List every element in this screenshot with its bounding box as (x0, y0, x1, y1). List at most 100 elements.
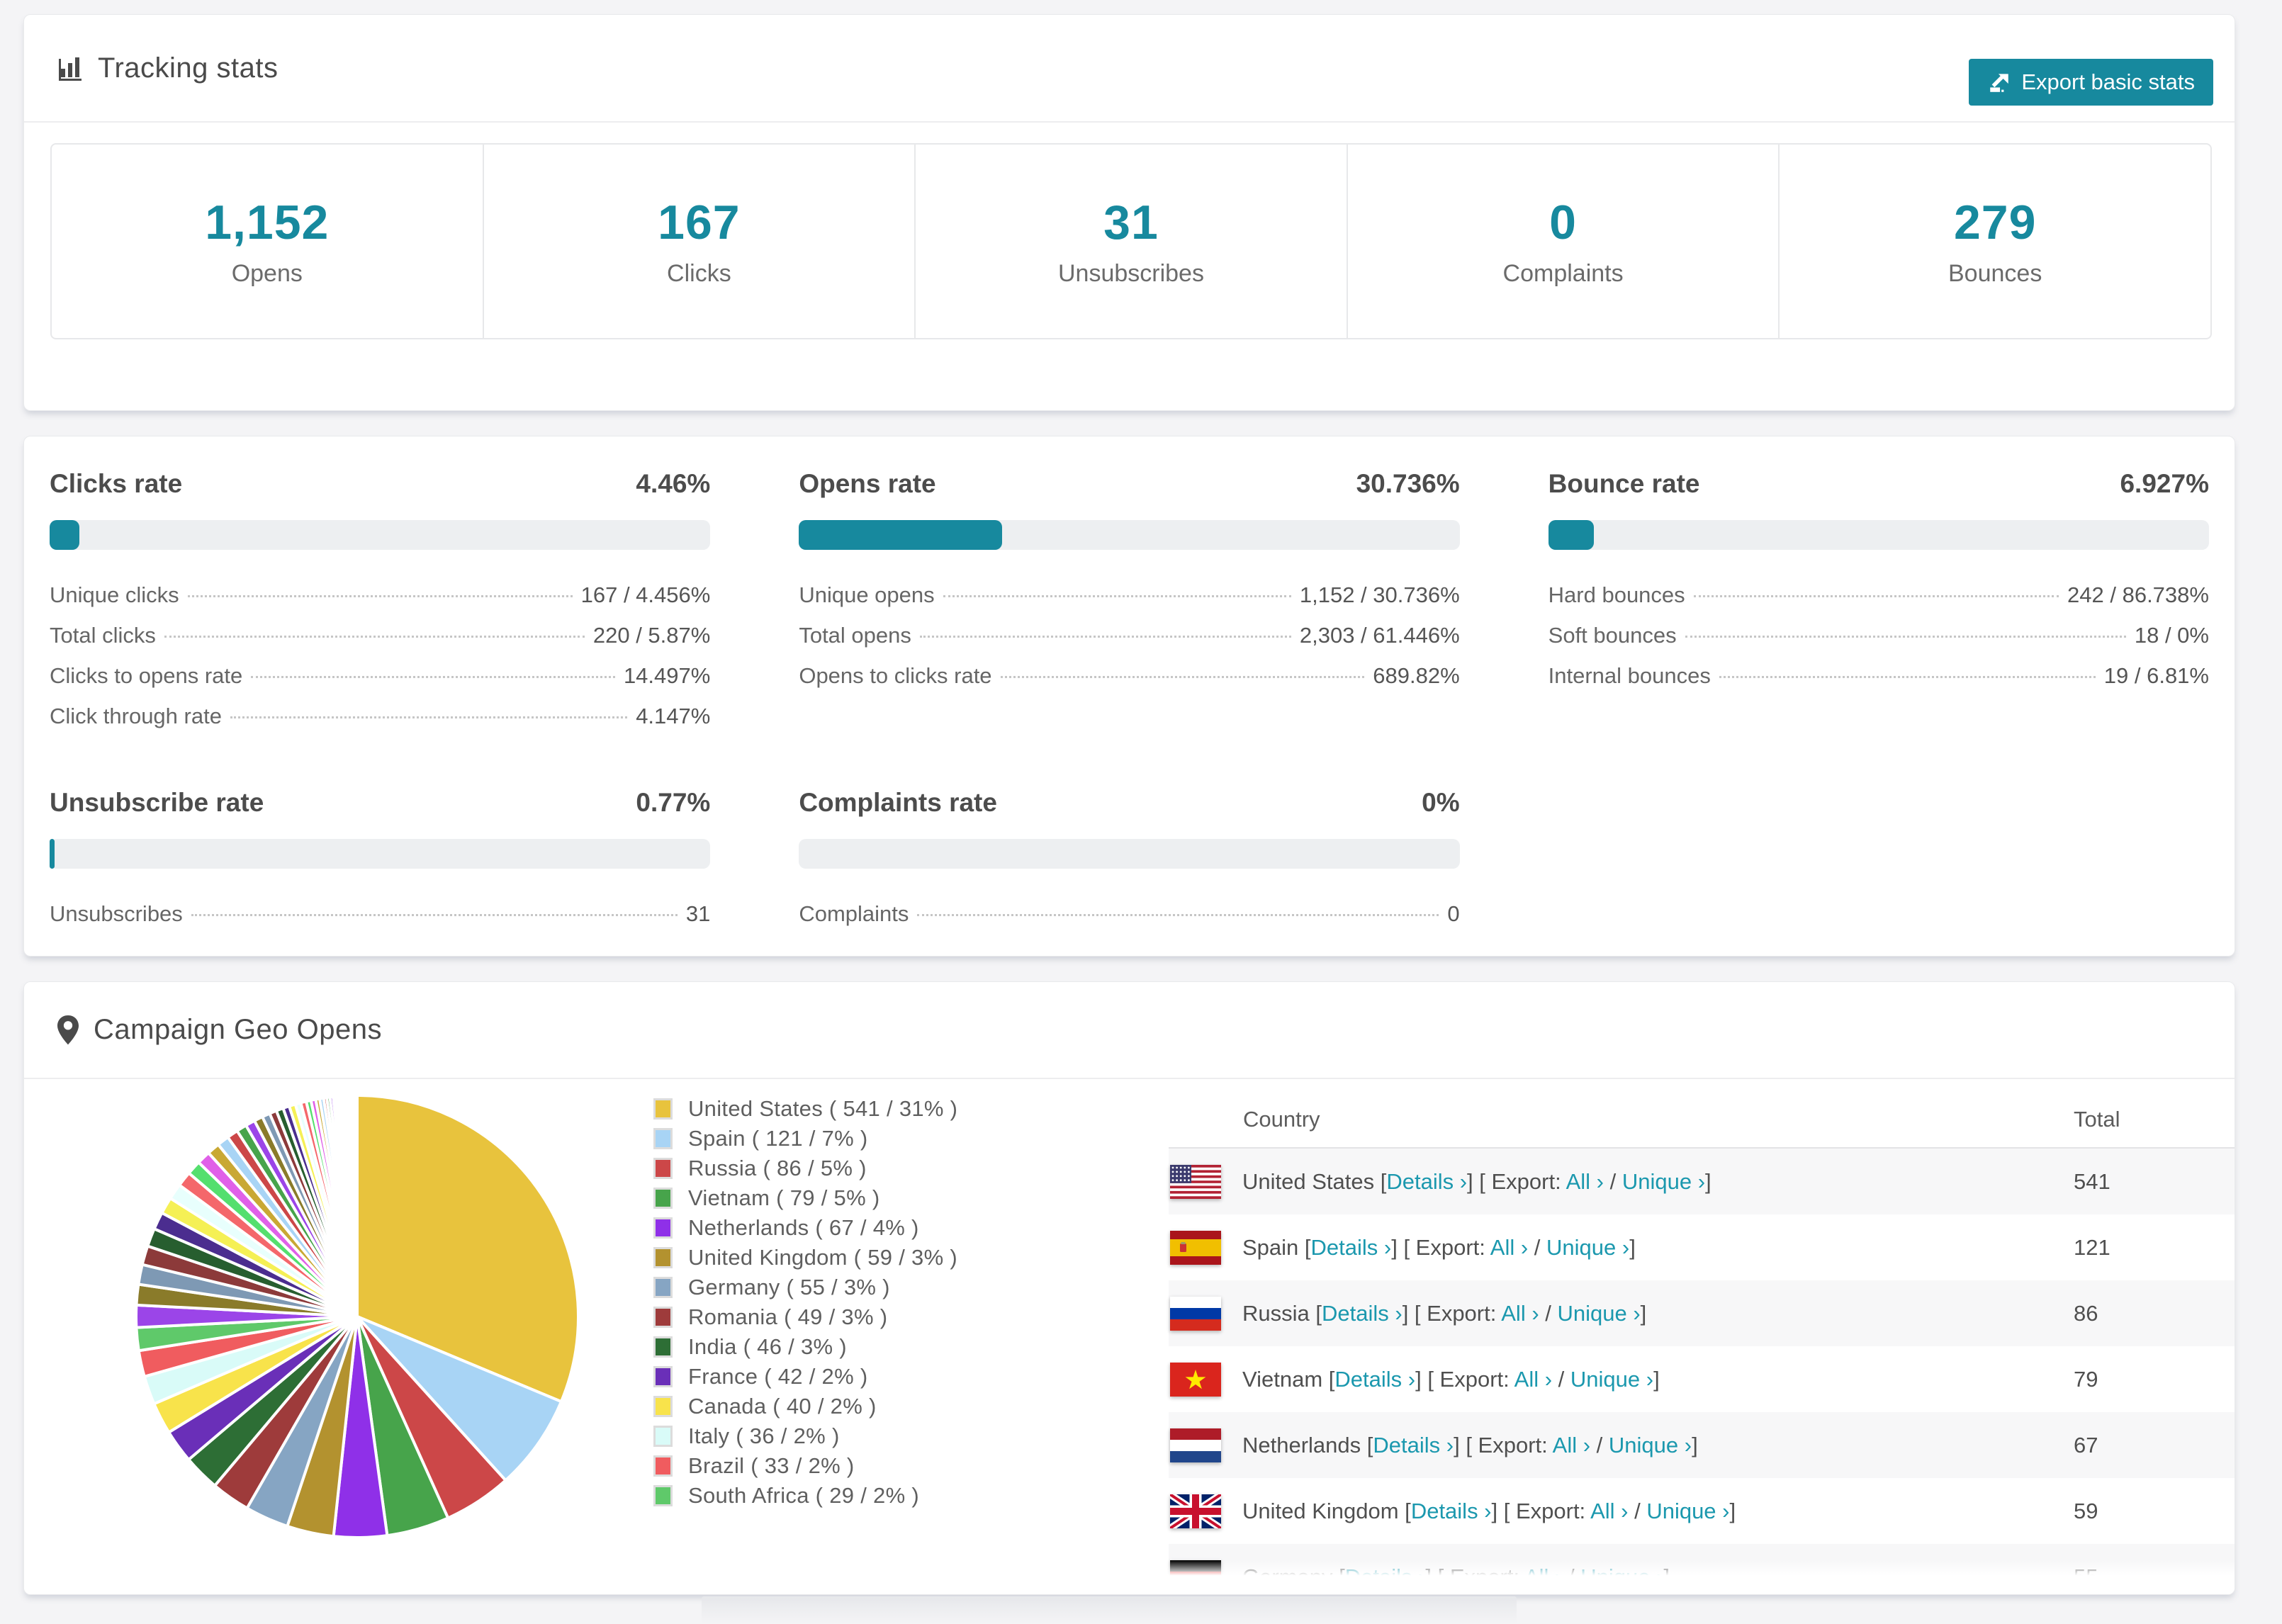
stat-row-label: Hard bounces (1548, 582, 1685, 607)
stat-row-value: 1,152 / 30.736% (1299, 582, 1460, 607)
total-cell: 55 (2074, 1564, 2098, 1589)
page: { "colors": { "accent": "#17899e", "link… (0, 0, 2282, 1624)
export-all-link[interactable]: All › (1490, 1235, 1528, 1260)
stat-row-value: 242 / 86.738% (2067, 582, 2209, 607)
export-unique-link[interactable]: Unique › (1546, 1235, 1629, 1260)
summary-value: 167 (658, 196, 741, 249)
export-unique-link[interactable]: Unique › (1646, 1499, 1729, 1523)
summary-value: 1,152 (205, 196, 330, 249)
dotted-leader (191, 914, 678, 916)
flag-de-icon (1170, 1560, 1221, 1594)
details-link[interactable]: Details › (1311, 1235, 1392, 1260)
flag-us-icon (1170, 1164, 1221, 1199)
legend-swatch (653, 1307, 673, 1328)
rate-progressbar-unsubscribe (50, 839, 711, 869)
details-link[interactable]: Details › (1373, 1433, 1454, 1457)
stat-row-value: 0 (1447, 901, 1460, 926)
rate-progress-fill (50, 839, 55, 869)
geo-pie-legend: United States ( 541 / 31% ) Spain ( 121 /… (653, 1094, 957, 1511)
details-link[interactable]: Details › (1345, 1564, 1426, 1589)
tracking-stats-card: Tracking stats Export basic stats 1,152 O… (23, 14, 2235, 411)
rate-progressbar-bounce (1548, 520, 2209, 550)
country-cell: Russia [Details ›] [ Export: All › / Uni… (1242, 1301, 1646, 1326)
country-cell: Netherlands [Details ›] [ Export: All › … (1242, 1433, 1698, 1458)
stat-row-label: Internal bounces (1548, 663, 1711, 688)
dotted-leader (164, 636, 585, 638)
rate-head-bounce: Bounce rate 6.927% (1548, 469, 2209, 499)
legend-swatch (653, 1485, 673, 1506)
export-all-link[interactable]: All › (1501, 1301, 1539, 1326)
dotted-leader (919, 636, 1291, 638)
country-row-text: / (1562, 1564, 1581, 1589)
rate-stat-row: Internal bounces 19 / 6.81% (1548, 663, 2209, 704)
total-cell: 59 (2074, 1498, 2098, 1523)
stat-row-label: Unsubscribes (50, 901, 183, 926)
details-link[interactable]: Details › (1386, 1169, 1467, 1194)
page-bottom-strip (702, 1596, 1517, 1624)
stat-row-value: 220 / 5.87% (592, 623, 711, 648)
country-cell: Vietnam [Details ›] [ Export: All › / Un… (1242, 1367, 1660, 1392)
export-unique-link[interactable]: Unique › (1622, 1169, 1705, 1194)
legend-item-romania: Romania ( 49 / 3% ) (653, 1302, 957, 1332)
legend-label: Germany ( 55 / 3% ) (688, 1275, 890, 1299)
summary-value: 0 (1549, 196, 1577, 249)
details-link[interactable]: Details › (1411, 1499, 1492, 1523)
legend-swatch (653, 1396, 673, 1417)
legend-item-canada: Canada ( 40 / 2% ) (653, 1392, 957, 1421)
country-row-text: ] (1663, 1564, 1670, 1589)
legend-swatch (653, 1247, 673, 1268)
country-row-text: ] (1729, 1498, 1736, 1523)
legend-label: Brazil ( 33 / 2% ) (688, 1453, 855, 1478)
pie-slice (354, 1093, 359, 1317)
geo-country-table: Country Total United States [Details ›] … (1169, 1092, 2235, 1594)
legend-item-south-africa: South Africa ( 29 / 2% ) (653, 1481, 957, 1511)
legend-swatch (653, 1217, 673, 1239)
stat-row-value: 18 / 0% (2134, 623, 2209, 648)
dotted-leader (1693, 595, 2059, 597)
legend-swatch (653, 1366, 673, 1387)
export-all-link[interactable]: All › (1524, 1564, 1562, 1589)
legend-label: United States ( 541 / 31% ) (688, 1096, 958, 1121)
table-row-netherlands: Netherlands [Details ›] [ Export: All › … (1169, 1412, 2235, 1478)
bar-chart-icon (55, 53, 85, 83)
details-link[interactable]: Details › (1334, 1367, 1415, 1392)
rate-progress-fill (50, 520, 79, 550)
stat-row-label: Opens to clicks rate (799, 663, 992, 688)
legend-item-brazil: Brazil ( 33 / 2% ) (653, 1451, 957, 1481)
total-cell: 541 (2074, 1168, 2110, 1194)
export-unique-link[interactable]: Unique › (1580, 1564, 1663, 1589)
export-all-link[interactable]: All › (1514, 1367, 1552, 1392)
flag-ru-icon (1170, 1296, 1221, 1331)
page-title: Tracking stats (98, 52, 279, 84)
legend-label: Netherlands ( 67 / 4% ) (688, 1215, 919, 1240)
summary-label: Complaints (1502, 260, 1624, 287)
details-link[interactable]: Details › (1322, 1301, 1403, 1326)
summary-value: 31 (1103, 196, 1159, 249)
export-unique-link[interactable]: Unique › (1570, 1367, 1653, 1392)
rate-value: 4.46% (636, 469, 711, 498)
rate-stat-row: Unsubscribes 31 (50, 901, 710, 942)
table-row-vietnam: Vietnam [Details ›] [ Export: All › / Un… (1169, 1346, 2235, 1412)
rate-head-complaints: Complaints rate 0% (799, 788, 1459, 818)
geo-opens-title: Campaign Geo Opens (94, 1014, 383, 1045)
geo-header-divider (24, 1078, 2235, 1079)
export-all-link[interactable]: All › (1590, 1499, 1628, 1523)
geo-table-header-row: Country Total (1169, 1092, 2235, 1149)
rate-value: 6.927% (2120, 469, 2209, 498)
country-row-text: ] (1692, 1432, 1698, 1457)
export-all-link[interactable]: All › (1566, 1169, 1604, 1194)
rate-stat-row: Unique opens 1,152 / 30.736% (799, 582, 1459, 623)
country-row-text: / (1628, 1498, 1647, 1523)
export-basic-stats-button[interactable]: Export basic stats (1969, 59, 2213, 106)
legend-label: Italy ( 36 / 2% ) (688, 1423, 840, 1448)
export-unique-link[interactable]: Unique › (1609, 1433, 1692, 1457)
legend-swatch (653, 1455, 673, 1477)
export-unique-link[interactable]: Unique › (1557, 1301, 1640, 1326)
country-row-text: ] [ Export: (1454, 1432, 1553, 1457)
country-row-text: Vietnam [ (1242, 1366, 1335, 1392)
rate-head-opens: Opens rate 30.736% (799, 469, 1459, 499)
rate-block-unsubscribe: Unsubscribe rate 0.77% Unsubscribes 31 (50, 788, 711, 942)
header-divider (24, 121, 2235, 123)
country-row-text: ] (1629, 1234, 1636, 1260)
export-all-link[interactable]: All › (1553, 1433, 1590, 1457)
